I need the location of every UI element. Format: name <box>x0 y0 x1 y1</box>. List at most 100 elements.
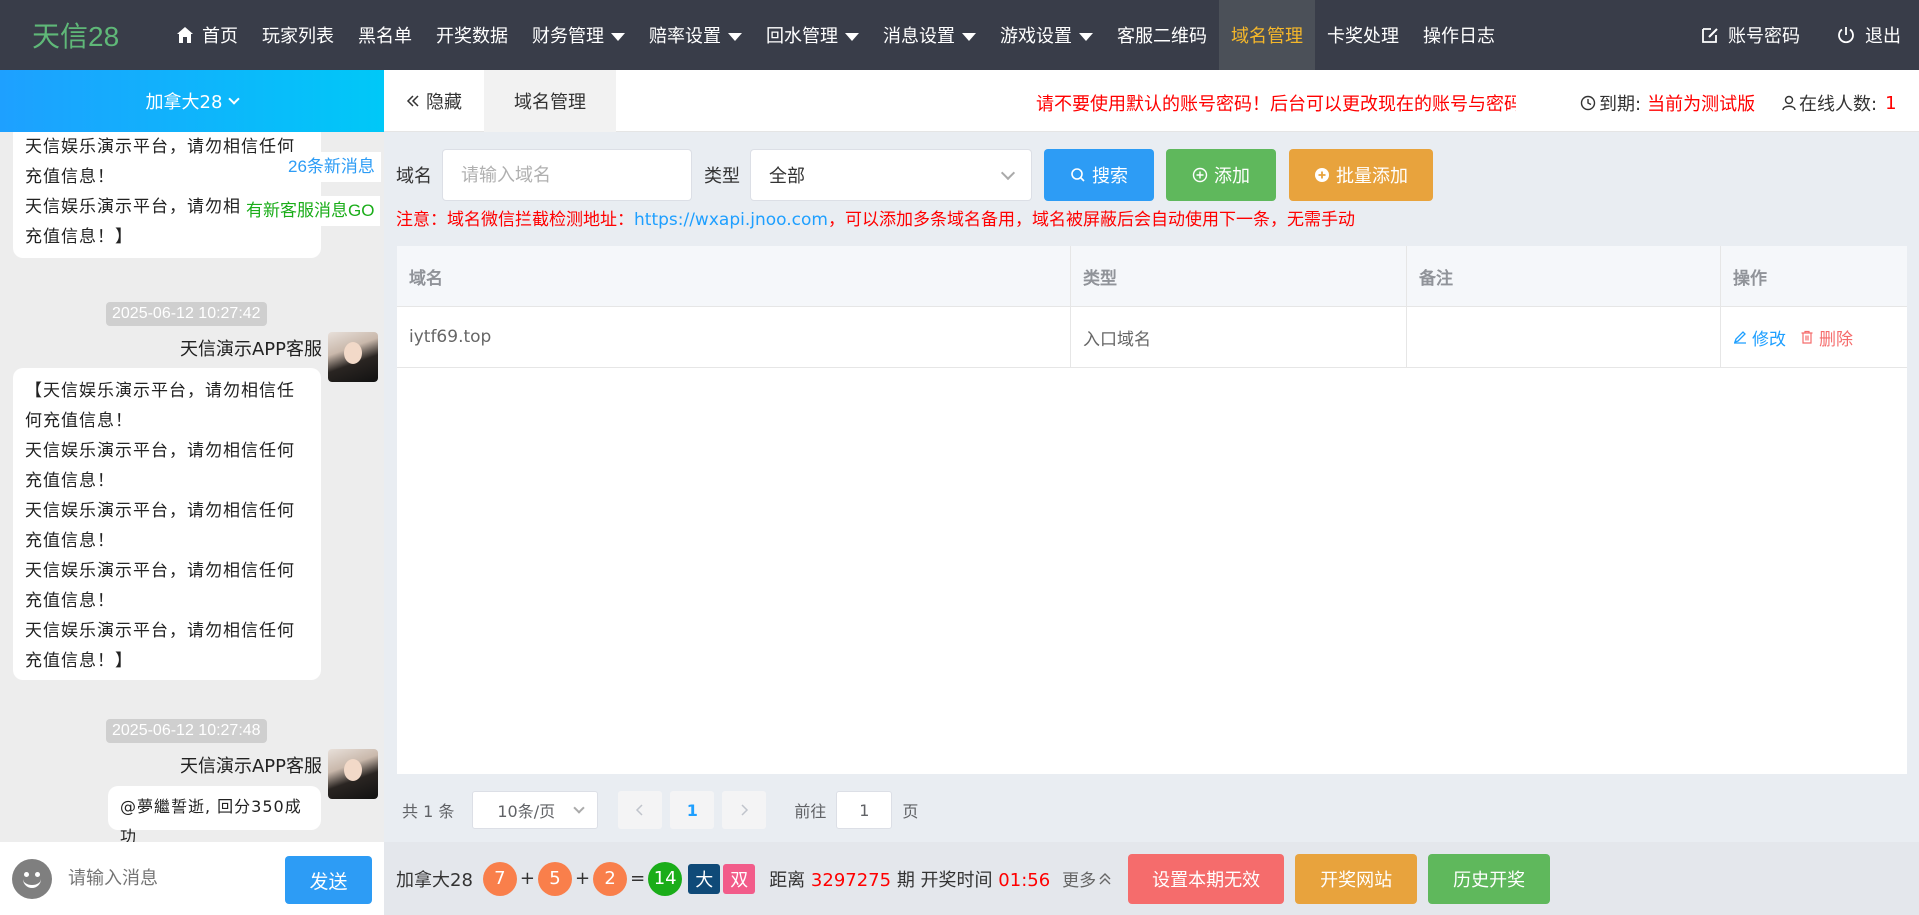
security-warning: 请不要使用默认的账号密码！后台可以更改现在的账号与密码，i <box>1036 94 1516 115</box>
col-type: 类型 <box>1071 246 1407 306</box>
nav-home[interactable]: 首页 <box>164 0 250 70</box>
distance-label: 距离 <box>769 869 806 891</box>
caret-down-icon <box>845 32 859 41</box>
double-chevron-left-icon <box>406 94 419 107</box>
nav-rebate-label: 回水管理 <box>766 26 838 47</box>
edit-button[interactable]: 修改 <box>1733 325 1786 350</box>
total-count: 共 1 条 <box>402 802 455 821</box>
next-page-button[interactable] <box>722 791 767 829</box>
page-size-select[interactable]: 10条/页 <box>472 791 599 829</box>
period-suffix: 期 开奖时间 <box>896 869 993 891</box>
add-button[interactable]: 添加 <box>1166 149 1276 201</box>
nav-game-settings-label: 游戏设置 <box>1000 26 1072 47</box>
nav-player-list[interactable]: 玩家列表 <box>250 0 346 70</box>
chat-line: 【天信娱乐演示平台，请勿相信任 <box>25 381 295 401</box>
account-password-link[interactable]: 账号密码 <box>1683 22 1818 48</box>
chat-bubble: 天信娱乐演示平台，请勿相信任何 充值信息！ 天信娱乐演示平台，请勿相 充值信息！… <box>13 132 321 258</box>
lottery-selector[interactable]: 加拿大28 <box>0 70 384 132</box>
history-draws-button[interactable]: 历史开奖 <box>1428 853 1551 904</box>
table-row: iytf69.top 入口域名 修改 删除 <box>397 307 1907 368</box>
user-icon <box>1782 95 1796 111</box>
nav-stuck-draw-label: 卡奖处理 <box>1327 26 1399 47</box>
big-small-badge: 大 <box>688 863 721 894</box>
nav-game-settings[interactable]: 游戏设置 <box>988 0 1105 70</box>
new-service-message-notice[interactable]: 有新客服消息GO <box>240 196 381 226</box>
domain-management-content: 域名 类型 全部 搜索 添加 批量添加 注意：域名微信拦截检测地址：https:… <box>384 132 1919 842</box>
more-toggle[interactable]: 更多 <box>1062 866 1112 891</box>
search-button[interactable]: 搜索 <box>1044 149 1154 201</box>
new-message-notice[interactable]: 26条新消息 <box>282 152 381 182</box>
page-suffix: 页 <box>902 802 919 821</box>
header-right: 账号密码 退出 <box>1683 0 1919 70</box>
chat-bubble: @夢繼誓逝, 回分350成功 <box>108 786 321 842</box>
logout-link[interactable]: 退出 <box>1818 22 1919 48</box>
nav-domain-management[interactable]: 域名管理 <box>1219 0 1315 70</box>
domain-label: 域名 <box>396 166 432 187</box>
page-number-1[interactable]: 1 <box>670 791 715 829</box>
type-select[interactable]: 全部 <box>750 149 1032 201</box>
prev-page-button[interactable] <box>618 791 663 829</box>
nav-service-qrcode-label: 客服二维码 <box>1117 26 1207 47</box>
draw-status-bar: 加拿大28 7 + 5 + 2 = 14 大 双 距离 3297275 期 开奖… <box>384 842 1919 915</box>
edit-label: 修改 <box>1752 329 1786 350</box>
service-avatar <box>328 332 378 382</box>
chat-messages[interactable]: 天信娱乐演示平台，请勿相信任何 充值信息！ 天信娱乐演示平台，请勿相 充值信息！… <box>0 132 384 842</box>
pagination: 共 1 条 10条/页 1 前往 1 页 <box>402 790 918 830</box>
nav-messages[interactable]: 消息设置 <box>871 0 988 70</box>
chat-line: 充值信息！】 <box>25 227 133 247</box>
draw-site-button[interactable]: 开奖网站 <box>1295 853 1418 904</box>
expire-info: 到期: 当前为测试版 <box>1580 90 1755 116</box>
message-input[interactable] <box>68 858 278 899</box>
chat-line: 天信娱乐演示平台，请勿相信任何 <box>25 621 295 641</box>
nav-rebate[interactable]: 回水管理 <box>754 0 871 70</box>
batch-add-button[interactable]: 批量添加 <box>1289 149 1433 201</box>
plus-sign: + <box>575 868 591 889</box>
nav-draw-data[interactable]: 开奖数据 <box>424 0 520 70</box>
nav-stuck-draw[interactable]: 卡奖处理 <box>1315 0 1411 70</box>
add-button-label: 添加 <box>1214 166 1250 187</box>
chat-line: 天信娱乐演示平台，请勿相信任何 <box>25 561 295 581</box>
invalidate-period-button[interactable]: 设置本期无效 <box>1128 853 1285 904</box>
goto-page-input[interactable]: 1 <box>836 791 893 829</box>
chevron-down-icon <box>573 802 586 814</box>
chat-line: 充值信息！】 <box>25 651 133 671</box>
hide-sidebar-button[interactable]: 隐藏 <box>384 70 484 132</box>
nav-draw-data-label: 开奖数据 <box>436 26 508 47</box>
nav-blacklist[interactable]: 黑名单 <box>346 0 424 70</box>
send-button[interactable]: 发送 <box>285 856 372 904</box>
emoji-icon[interactable] <box>12 858 52 899</box>
online-count-info: 在线人数: 1 <box>1782 90 1897 116</box>
customer-chat-panel: 加拿大28 天信娱乐演示平台，请勿相信任何 充值信息！ 天信娱乐演示平台，请勿相… <box>0 70 384 915</box>
domain-search-input[interactable] <box>442 149 692 201</box>
nav-odds-label: 赔率设置 <box>649 26 721 47</box>
col-actions: 操作 <box>1733 268 1767 289</box>
tab-domain-management[interactable]: 域名管理 <box>484 69 616 132</box>
chat-input-bar: 发送 <box>0 842 384 915</box>
page-size-value: 10条/页 <box>497 802 556 821</box>
lottery-name: 加拿大28 <box>396 869 473 891</box>
edit-icon <box>1733 331 1746 344</box>
chat-line: 天信娱乐演示平台，请勿相信任何 <box>25 441 295 461</box>
chat-line: 充值信息！ <box>25 591 115 611</box>
search-button-label: 搜索 <box>1092 166 1128 187</box>
chevron-down-icon <box>1000 165 1016 180</box>
cell-domain: iytf69.top <box>397 307 1071 367</box>
home-icon <box>177 27 193 43</box>
nav-operation-log[interactable]: 操作日志 <box>1411 0 1507 70</box>
edit-icon <box>1702 28 1718 43</box>
chevron-left-icon <box>636 804 643 816</box>
delete-button[interactable]: 删除 <box>1800 325 1853 350</box>
nav-finance[interactable]: 财务管理 <box>520 0 637 70</box>
chat-line: 充值信息！ <box>25 167 115 187</box>
nav-odds[interactable]: 赔率设置 <box>637 0 754 70</box>
account-password-label: 账号密码 <box>1728 26 1800 47</box>
logo: 天信28 <box>32 21 120 52</box>
next-draw-info: 距离 3297275 期 开奖时间 01:56 <box>769 866 1050 892</box>
clock-icon <box>1580 95 1596 111</box>
note-suffix: ，可以添加多条域名备用，域名被屏蔽后会自动使用下一条，无需手动 <box>827 210 1355 230</box>
nav-service-qrcode[interactable]: 客服二维码 <box>1105 0 1219 70</box>
search-row: 域名 类型 全部 搜索 添加 批量添加 <box>396 149 1433 201</box>
wxapi-link[interactable]: https://wxapi.jnoo.com <box>634 210 828 230</box>
nav-finance-label: 财务管理 <box>532 26 604 47</box>
cell-remark <box>1407 307 1721 367</box>
